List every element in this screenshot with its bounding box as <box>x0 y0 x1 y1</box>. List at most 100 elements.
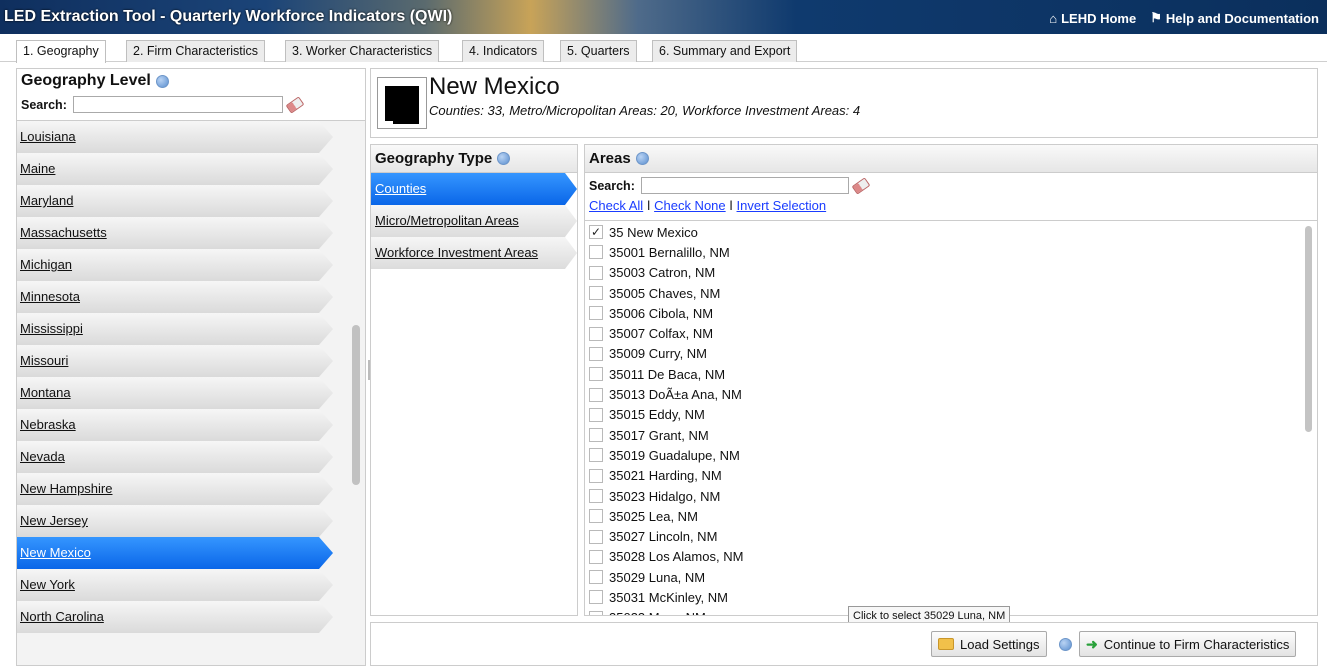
help-icon[interactable] <box>635 152 649 165</box>
area-checkbox[interactable] <box>589 346 603 361</box>
area-row[interactable]: 35027 Lincoln, NM <box>585 526 1301 546</box>
area-row[interactable]: 35003 Catron, NM <box>585 263 1301 283</box>
area-checkbox[interactable] <box>589 286 603 301</box>
area-checkbox[interactable] <box>589 245 603 260</box>
geography-level-search-input[interactable] <box>72 96 283 113</box>
help-icon[interactable] <box>155 74 169 88</box>
area-checkbox[interactable] <box>589 326 603 341</box>
area-row[interactable]: 35021 Harding, NM <box>585 466 1301 486</box>
state-item[interactable]: Louisiana <box>17 121 333 153</box>
search-label: Search: <box>589 178 635 193</box>
continue-button[interactable]: ➜ Continue to Firm Characteristics <box>1079 631 1297 657</box>
area-checkbox[interactable] <box>589 590 603 605</box>
area-label: 35031 McKinley, NM <box>609 589 728 605</box>
new-mexico-shape <box>385 86 419 124</box>
state-item[interactable]: New Jersey <box>17 505 333 537</box>
invert-selection-link[interactable]: Invert Selection <box>737 198 827 213</box>
check-none-link[interactable]: Check None <box>654 198 726 213</box>
state-list-scroll-thumb[interactable] <box>352 325 360 485</box>
state-item[interactable]: New York <box>17 569 333 601</box>
area-checkbox[interactable] <box>589 265 603 280</box>
state-item[interactable]: Nebraska <box>17 409 333 441</box>
state-item[interactable]: Missouri <box>17 345 333 377</box>
area-checkbox[interactable] <box>589 509 603 524</box>
area-list-scroll-thumb[interactable] <box>1305 226 1312 432</box>
tab-indicators[interactable]: 4. Indicators <box>462 40 545 62</box>
state-item[interactable]: Michigan <box>17 249 333 281</box>
area-checkbox[interactable] <box>589 306 603 321</box>
eraser-icon[interactable] <box>285 95 305 114</box>
geography-type-item[interactable]: Workforce Investment Areas <box>371 237 577 269</box>
area-checkbox[interactable] <box>589 529 603 544</box>
area-label: 35027 Lincoln, NM <box>609 529 718 545</box>
area-checkbox[interactable] <box>589 489 603 503</box>
load-settings-label: Load Settings <box>960 636 1040 652</box>
check-all-link[interactable]: Check All <box>589 198 643 213</box>
area-checkbox[interactable] <box>589 610 603 615</box>
area-row[interactable]: 35009 Curry, NM <box>585 344 1301 364</box>
area-row[interactable]: 35013 DoÃ±a Ana, NM <box>585 384 1301 404</box>
area-row[interactable]: 35029 Luna, NM <box>585 567 1301 587</box>
tab-quarters[interactable]: 5. Quarters <box>560 40 637 62</box>
area-checkbox[interactable] <box>589 570 603 585</box>
state-item[interactable]: New Mexico <box>17 537 333 569</box>
area-row[interactable]: 35017 Grant, NM <box>585 425 1301 445</box>
state-list-scrollbar[interactable] <box>351 121 361 665</box>
area-checkbox[interactable] <box>589 468 603 483</box>
area-checkbox[interactable] <box>589 448 603 463</box>
geography-type-header: Geography Type <box>371 145 577 173</box>
state-item[interactable]: Maryland <box>17 185 333 217</box>
area-row[interactable]: ✓ 35 New Mexico <box>585 222 1301 242</box>
state-info-panel: New Mexico Counties: 33, Metro/Micropoli… <box>370 68 1318 138</box>
checkmark-icon: ✓ <box>590 225 602 240</box>
area-label: 35021 Harding, NM <box>609 468 722 484</box>
state-item[interactable]: Mississippi <box>17 313 333 345</box>
state-item[interactable]: Nevada <box>17 441 333 473</box>
help-icon[interactable] <box>497 152 511 165</box>
area-row[interactable]: 35011 De Baca, NM <box>585 364 1301 384</box>
area-row[interactable]: 35001 Bernalillo, NM <box>585 242 1301 262</box>
selection-links: Check All l Check None l Invert Selection <box>589 198 1313 213</box>
tab-geography[interactable]: 1. Geography <box>16 40 106 63</box>
area-checkbox[interactable] <box>589 549 603 564</box>
area-label: 35013 DoÃ±a Ana, NM <box>609 387 742 403</box>
tab-worker-characteristics[interactable]: 3. Worker Characteristics <box>285 40 440 62</box>
area-row[interactable]: 35015 Eddy, NM <box>585 405 1301 425</box>
tab-summary-export[interactable]: 6. Summary and Export <box>652 40 798 62</box>
areas-search-input[interactable] <box>640 177 849 194</box>
area-row[interactable]: 35019 Guadalupe, NM <box>585 445 1301 465</box>
eraser-icon[interactable] <box>851 176 871 195</box>
area-row[interactable]: 35006 Cibola, NM <box>585 303 1301 323</box>
area-row[interactable]: 35028 Los Alamos, NM <box>585 547 1301 567</box>
area-checkbox[interactable] <box>589 407 603 422</box>
geography-type-item[interactable]: Micro/Metropolitan Areas <box>371 205 577 237</box>
load-settings-button[interactable]: Load Settings <box>931 631 1047 657</box>
area-checkbox[interactable] <box>589 387 603 402</box>
lehd-home-link[interactable]: ⌂ LEHD Home <box>1049 10 1136 26</box>
area-label: 35033 Mora, NM <box>609 610 706 615</box>
geography-type-item[interactable]: Counties <box>371 173 577 205</box>
state-item[interactable]: Maine <box>17 153 333 185</box>
state-item[interactable]: Massachusetts <box>17 217 333 249</box>
area-row[interactable]: 35023 Hidalgo, NM <box>585 486 1301 506</box>
help-link[interactable]: ⚑ Help and Documentation <box>1150 10 1319 26</box>
area-label: 35005 Chaves, NM <box>609 285 721 301</box>
state-item[interactable]: Montana <box>17 377 333 409</box>
area-row[interactable]: 35025 Lea, NM <box>585 506 1301 526</box>
area-row[interactable]: 35007 Colfax, NM <box>585 323 1301 343</box>
flag-icon: ⚑ <box>1150 10 1162 25</box>
area-checkbox[interactable] <box>589 367 603 382</box>
area-checkbox[interactable]: ✓ <box>589 225 603 240</box>
state-item[interactable]: New Hampshire <box>17 473 333 505</box>
area-row[interactable]: 35005 Chaves, NM <box>585 283 1301 303</box>
areas-header: Areas <box>585 145 1317 173</box>
folder-icon <box>938 638 954 650</box>
area-row[interactable]: 35031 McKinley, NM <box>585 587 1301 607</box>
area-checkbox[interactable] <box>589 428 603 443</box>
state-item[interactable]: Minnesota <box>17 281 333 313</box>
tab-firm-characteristics[interactable]: 2. Firm Characteristics <box>126 40 266 62</box>
help-icon[interactable] <box>1059 638 1072 651</box>
state-item[interactable]: North Carolina <box>17 601 333 633</box>
area-label: 35023 Hidalgo, NM <box>609 488 721 504</box>
area-list-scrollbar[interactable] <box>1303 224 1315 614</box>
